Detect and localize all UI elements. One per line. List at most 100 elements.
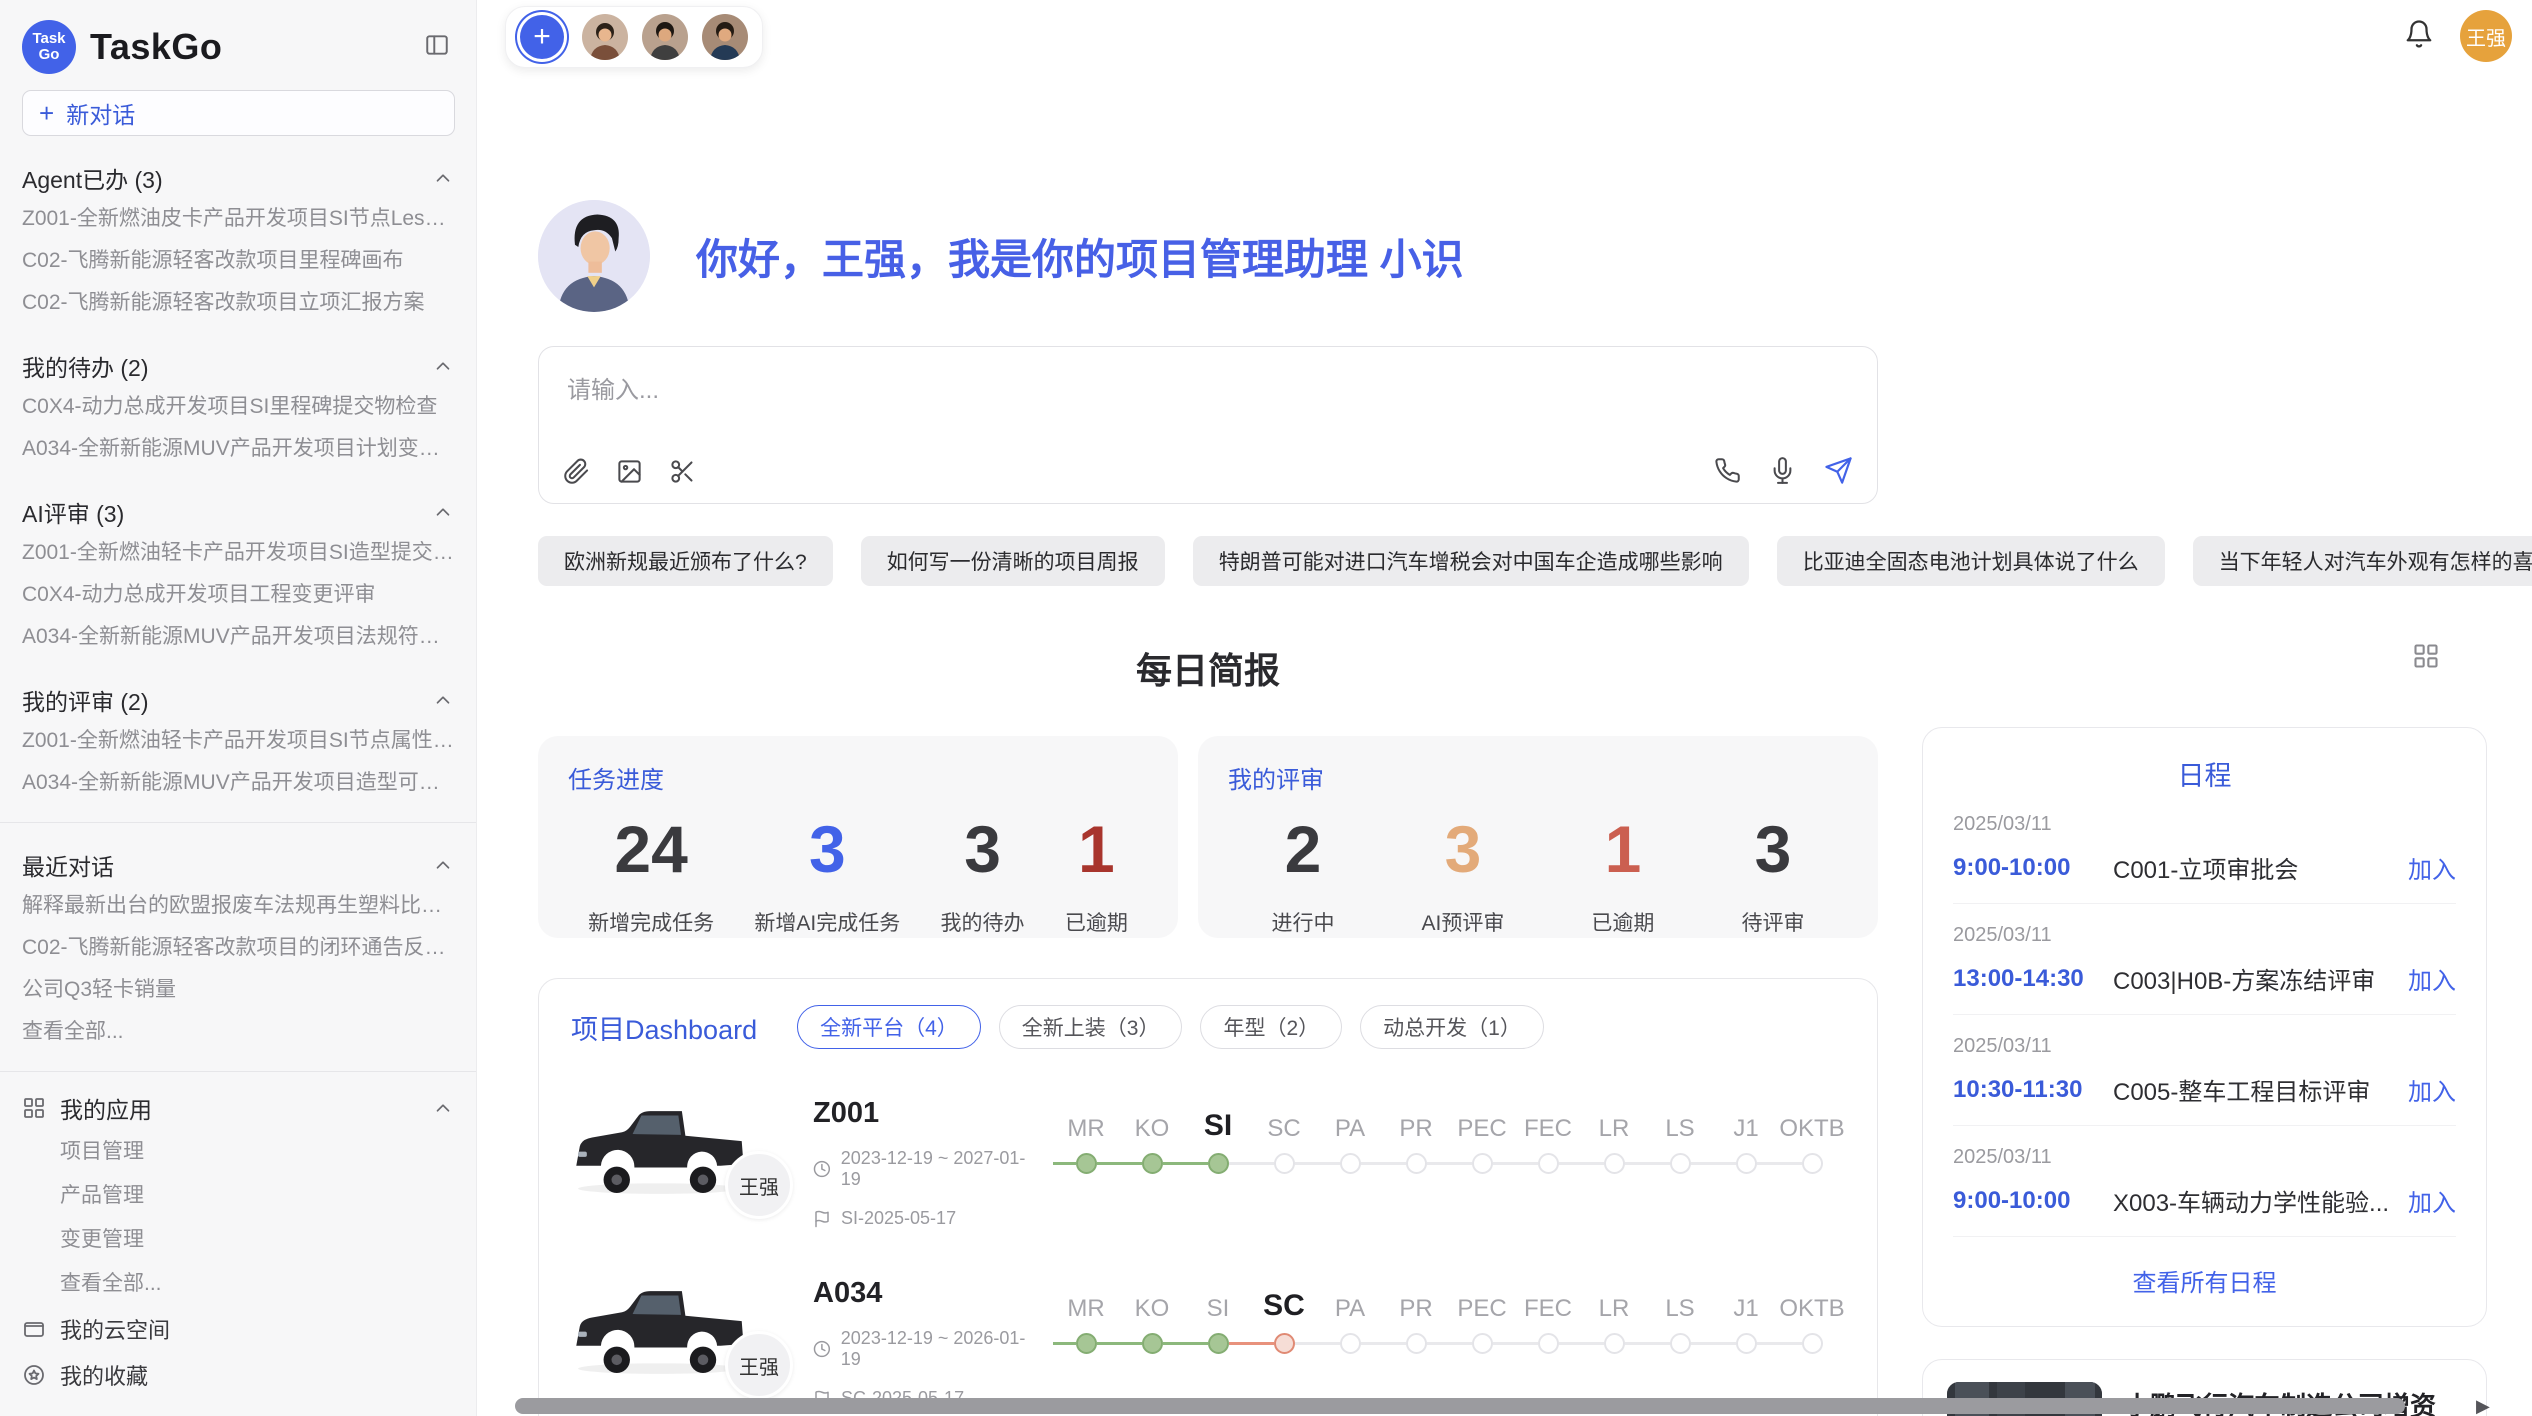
section-header[interactable]: 我的评审 (2) [22,680,454,720]
sidebar-task-item[interactable]: C0X4-动力总成开发项目SI里程碑提交物检查 [22,386,454,428]
sidebar-task-item[interactable]: Z001-全新燃油轻卡产品开发项目SI造型提交物评审 [22,532,454,574]
section-header[interactable]: AI评审 (3) [22,492,454,532]
chevron-up-icon[interactable] [432,167,454,189]
view-all-chats-link[interactable]: 查看全部... [22,1011,454,1053]
scissors-icon[interactable] [669,458,696,485]
tab-powertrain[interactable]: 动总开发（1） [1360,1005,1544,1049]
app-item-project-mgmt[interactable]: 项目管理 [22,1130,454,1174]
briefing-layout-icon[interactable] [2412,642,2440,675]
chevron-up-icon[interactable] [432,355,454,377]
sidebar-task-item[interactable]: C02-飞腾新能源轻客改款项目立项汇报方案 [22,282,454,324]
sidebar-item-cloud-space[interactable]: 我的云空间 [22,1306,454,1352]
task-progress-card: 任务进度 24 新增完成任务 3 新增AI完成任务 3 我的待办 [538,736,1178,938]
project-row[interactable]: 王强 A034 2023-12-19 ~ 2026-01-19 SC-2025-… [571,1277,1845,1409]
chevron-up-icon[interactable] [432,854,454,876]
tab-year-model[interactable]: 年型（2） [1200,1005,1342,1049]
chevron-up-icon[interactable] [432,689,454,711]
sidebar-collapse-icon[interactable] [424,32,450,63]
schedule-name: C003|H0B-方案冻结评审 [2113,961,2396,996]
attachment-icon[interactable] [563,458,590,485]
chevron-up-icon[interactable] [432,501,454,523]
sidebar: Task Go TaskGo + 新对话 Agent已办 (3) Z001-全新… [0,0,477,1416]
schedule-item[interactable]: 2025/03/11 10:30-11:30 C005-整车工程目标评审 加入 [1953,1015,2456,1126]
sidebar-task-item[interactable]: C0X4-动力总成开发项目工程变更评审 [22,574,454,616]
section-header[interactable]: Agent已办 (3) [22,158,454,198]
notification-bell-icon[interactable] [2404,19,2434,54]
milestone-label: FEC [1515,1279,1581,1323]
sidebar-task-item[interactable]: Z001-全新燃油轻卡产品开发项目SI节点属性5D文件评审 [22,720,454,762]
recent-chat-item[interactable]: 公司Q3轻卡销量 [22,969,454,1011]
join-link[interactable]: 加入 [2408,1183,2456,1218]
view-all-schedule-link[interactable]: 查看所有日程 [1953,1237,2456,1306]
add-agent-button[interactable]: + [520,15,564,59]
scrollbar-right-arrow[interactable]: ▶ [2476,1396,2490,1416]
send-icon[interactable] [1824,456,1853,485]
project-row[interactable]: 王强 Z001 2023-12-19 ~ 2027-01-19 SI-2025-… [571,1097,1845,1229]
cloud-space-label: 我的云空间 [60,1313,170,1345]
suggestion-chip[interactable]: 欧洲新规最近颁布了什么? [538,536,833,586]
tab-new-body[interactable]: 全新上装（3） [999,1005,1183,1049]
grid-icon [22,1096,46,1120]
microphone-icon[interactable] [1769,457,1796,484]
recent-chat-item[interactable]: C02-飞腾新能源轻客改款项目的闭环通告反馈情况 [22,927,454,969]
input-tools-right [1714,456,1853,485]
suggestion-chip[interactable]: 当下年轻人对汽车外观有怎样的喜好趋势 [2193,536,2532,586]
dashboard-header: 项目Dashboard 全新平台（4） 全新上装（3） 年型（2） 动总开发（1… [571,1005,1845,1049]
agent-avatar-1[interactable] [582,14,628,60]
join-link[interactable]: 加入 [2408,850,2456,885]
suggestion-chip[interactable]: 比亚迪全固态电池计划具体说了什么 [1777,536,2165,586]
sidebar-task-item[interactable]: A034-全新新能源MUV产品开发项目法规符合性评审 [22,616,454,658]
chat-input[interactable] [567,377,1849,405]
join-link[interactable]: 加入 [2408,1072,2456,1107]
user-avatar[interactable]: 王强 [2460,10,2512,62]
phone-call-icon[interactable] [1714,457,1741,484]
view-all-apps-link[interactable]: 查看全部... [22,1262,454,1306]
card-title: 我的评审 [1228,760,1848,795]
section-header[interactable]: 我的待办 (2) [22,346,454,386]
recent-chat-item[interactable]: 解释最新出台的欧盟报废车法规再生塑料比例被调至15%... [22,885,454,927]
milestone-lr: LR [1581,1099,1647,1229]
chat-input-box [538,346,1878,504]
milestone-label: LR [1581,1099,1647,1143]
stat-review-overdue: 1 已逾期 [1591,811,1654,937]
suggestion-chip[interactable]: 如何写一份清晰的项目周报 [861,536,1165,586]
app-item-change-mgmt[interactable]: 变更管理 [22,1218,454,1262]
stat-value: 3 [1741,811,1804,887]
sidebar-task-item[interactable]: Z001-全新燃油皮卡产品开发项目SI节点Lesson Learn报告 [22,198,454,240]
stat-label: 已逾期 [1065,907,1128,937]
sidebar-task-item[interactable]: A034-全新新能源MUV产品开发项目计划变更表编写 [22,428,454,470]
schedule-item[interactable]: 2025/03/11 13:00-14:30 C003|H0B-方案冻结评审 加… [1953,904,2456,1015]
schedule-item[interactable]: 2025/03/11 9:00-10:00 X003-车辆动力学性能验... 加… [1953,1126,2456,1237]
section-label: 我的评审 (2) [22,683,149,717]
section-label: 最近对话 [22,848,114,882]
schedule-name: C001-立项审批会 [2113,850,2396,885]
new-chat-button[interactable]: + 新对话 [22,90,455,136]
sidebar-item-favorites[interactable]: 我的收藏 [22,1352,454,1398]
stat-new-ai-completed: 3 新增AI完成任务 [754,811,900,937]
scrollbar-thumb[interactable] [515,1398,2405,1414]
milestone-label: OKTB [1779,1099,1845,1143]
schedule-time: 9:00-10:00 [1953,1187,2113,1215]
app-item-product-mgmt[interactable]: 产品管理 [22,1174,454,1218]
milestone-dot [1736,1333,1757,1354]
milestone-label: PEC [1449,1279,1515,1323]
agent-avatar-2[interactable] [642,14,688,60]
sidebar-task-item[interactable]: A034-全新新能源MUV产品开发项目造型可行性评审 [22,762,454,804]
stat-label: 新增完成任务 [588,907,714,937]
sidebar-item-my-apps[interactable]: 我的应用 [22,1086,454,1130]
tab-new-platform[interactable]: 全新平台（4） [797,1005,981,1049]
schedule-date: 2025/03/11 [1953,1035,2456,1058]
chevron-up-icon[interactable] [432,1097,454,1119]
suggestion-chip[interactable]: 特朗普可能对进口汽车增税会对中国车企造成哪些影响 [1193,536,1749,586]
agent-avatar-3[interactable] [702,14,748,60]
join-link[interactable]: 加入 [2408,961,2456,996]
image-upload-icon[interactable] [616,458,643,485]
stat-label: 已逾期 [1591,907,1654,937]
milestone-j1: J1 [1713,1279,1779,1409]
milestone-dot [1274,1153,1295,1174]
stat-value: 24 [588,811,714,887]
sidebar-task-item[interactable]: C02-飞腾新能源轻客改款项目里程碑画布 [22,240,454,282]
milestone-dot [1604,1153,1625,1174]
schedule-item[interactable]: 2025/03/11 9:00-10:00 C001-立项审批会 加入 [1953,793,2456,904]
section-header[interactable]: 最近对话 [22,845,454,885]
